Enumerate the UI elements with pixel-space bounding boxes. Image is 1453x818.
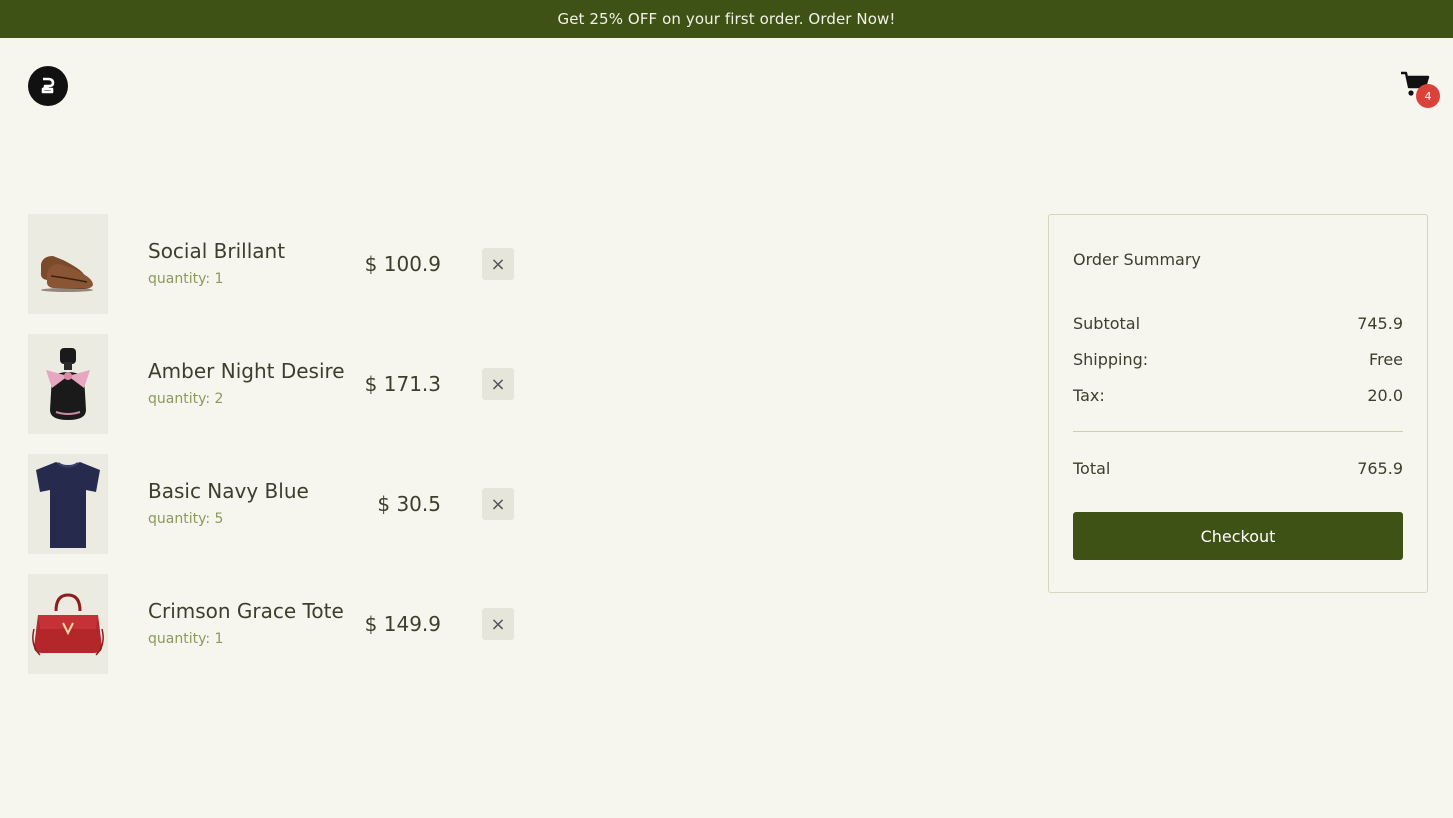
summary-divider — [1073, 431, 1403, 432]
item-price: $ 171.3 — [364, 372, 441, 396]
item-price: $ 100.9 — [364, 252, 441, 276]
close-icon: × — [490, 253, 506, 275]
item-quantity: quantity: 1 — [148, 271, 224, 287]
cart-item: Social Brillant quantity: 1 $ 100.9 × — [28, 214, 528, 314]
shipping-value: Free — [1369, 350, 1403, 369]
total-value: 765.9 — [1357, 459, 1403, 478]
product-image-shoes[interactable] — [28, 214, 108, 314]
subtotal-row: Subtotal 745.9 — [1073, 314, 1403, 333]
item-quantity: quantity: 1 — [148, 631, 224, 647]
tax-label: Tax: — [1073, 386, 1105, 405]
total-row: Total 765.9 — [1073, 459, 1403, 478]
order-summary-panel: Order Summary Subtotal 745.9 Shipping: F… — [1048, 214, 1428, 593]
subtotal-value: 745.9 — [1357, 314, 1403, 333]
close-icon: × — [490, 373, 506, 395]
brand-logo-icon[interactable] — [28, 66, 68, 106]
item-quantity: quantity: 5 — [148, 511, 224, 527]
shipping-label: Shipping: — [1073, 350, 1149, 369]
cart-item: Crimson Grace Tote quantity: 1 $ 149.9 × — [28, 574, 528, 674]
item-name[interactable]: Crimson Grace Tote — [148, 599, 344, 623]
checkout-button[interactable]: Checkout — [1073, 512, 1403, 560]
cart-item-list: Social Brillant quantity: 1 $ 100.9 × Am… — [28, 214, 528, 694]
shipping-row: Shipping: Free — [1073, 350, 1403, 369]
item-name[interactable]: Basic Navy Blue — [148, 479, 309, 503]
tax-value: 20.0 — [1367, 386, 1403, 405]
product-image-perfume[interactable] — [28, 334, 108, 434]
promo-banner[interactable]: Get 25% OFF on your first order. Order N… — [0, 0, 1453, 38]
remove-item-button[interactable]: × — [482, 368, 514, 400]
item-quantity: quantity: 2 — [148, 391, 224, 407]
close-icon: × — [490, 613, 506, 635]
cart-item: Amber Night Desire quantity: 2 $ 171.3 × — [28, 334, 528, 434]
close-icon: × — [490, 493, 506, 515]
remove-item-button[interactable]: × — [482, 488, 514, 520]
item-name[interactable]: Amber Night Desire — [148, 359, 345, 383]
product-image-tshirt[interactable] — [28, 454, 108, 554]
subtotal-label: Subtotal — [1073, 314, 1141, 333]
remove-item-button[interactable]: × — [482, 608, 514, 640]
item-name[interactable]: Social Brillant — [148, 239, 285, 263]
order-summary-title: Order Summary — [1073, 250, 1201, 269]
tax-row: Tax: 20.0 — [1073, 386, 1403, 405]
product-image-handbag[interactable] — [28, 574, 108, 674]
item-price: $ 149.9 — [364, 612, 441, 636]
site-header: 4 — [0, 38, 1453, 134]
remove-item-button[interactable]: × — [482, 248, 514, 280]
item-price: $ 30.5 — [377, 492, 441, 516]
cart-button[interactable]: 4 — [1398, 70, 1440, 110]
cart-count-badge: 4 — [1416, 84, 1440, 108]
total-label: Total — [1073, 459, 1111, 478]
promo-text[interactable]: Get 25% OFF on your first order. Order N… — [558, 10, 896, 28]
cart-item: Basic Navy Blue quantity: 5 $ 30.5 × — [28, 454, 528, 554]
